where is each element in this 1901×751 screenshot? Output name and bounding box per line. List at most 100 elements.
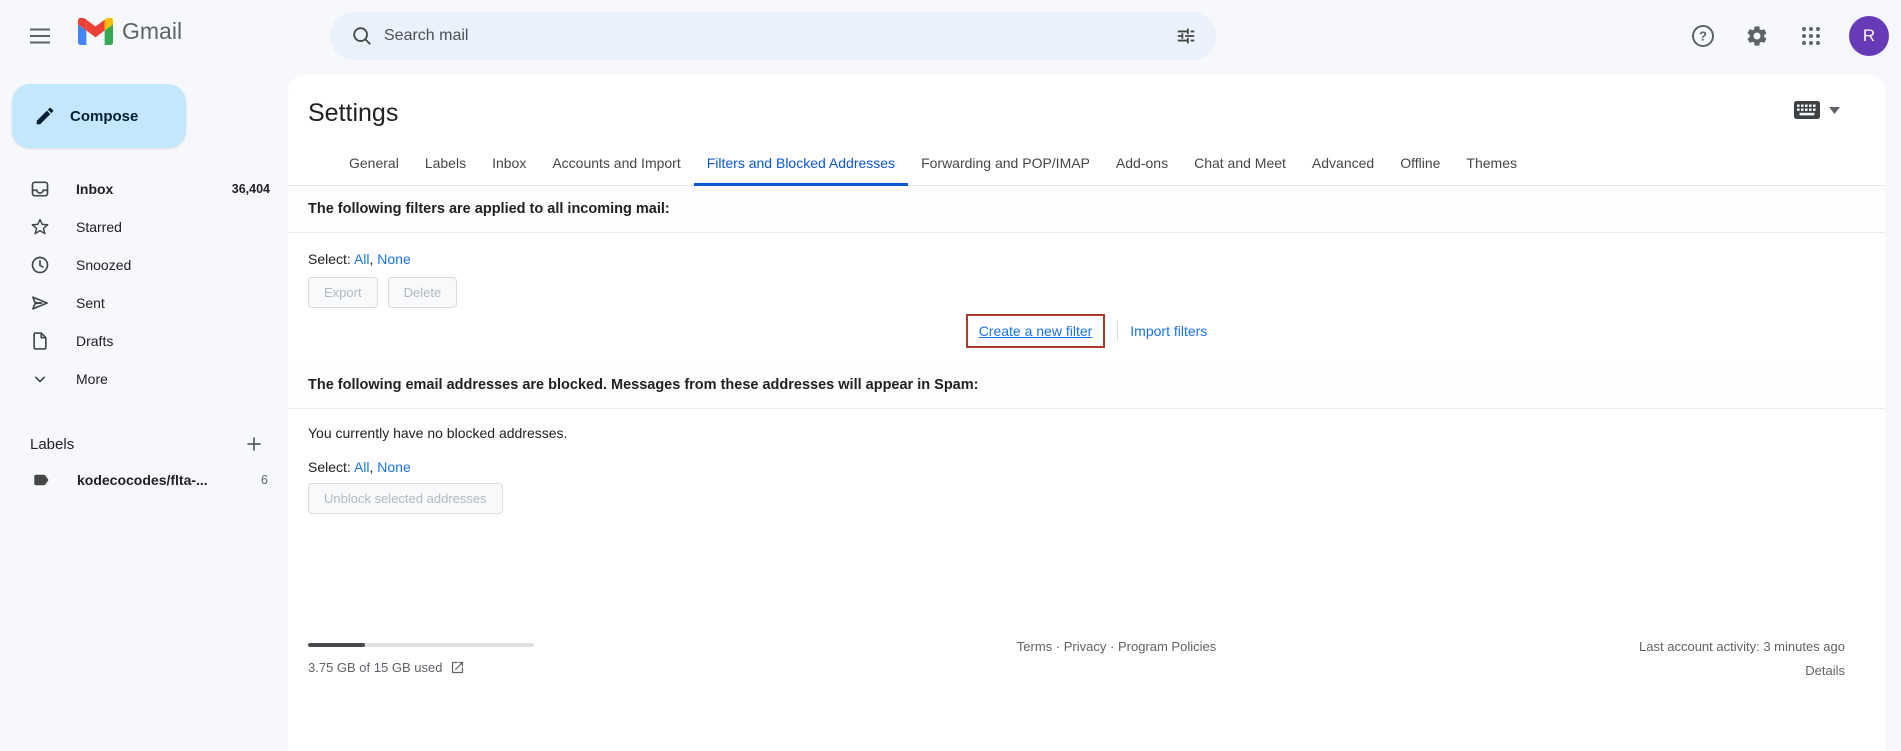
import-filters-link[interactable]: Import filters [1130, 323, 1207, 339]
chevron-down-icon [30, 369, 50, 389]
privacy-link[interactable]: Privacy [1064, 639, 1107, 654]
label-count-badge: 6 [261, 473, 268, 487]
storage-meter [308, 643, 534, 647]
select-none-link[interactable]: None [377, 459, 410, 475]
delete-button[interactable]: Delete [388, 277, 458, 308]
blocked-section-header: The following email addresses are blocke… [288, 362, 1885, 409]
plus-icon [245, 435, 263, 453]
pencil-icon [34, 105, 56, 127]
vertical-divider [1117, 321, 1118, 341]
tune-icon [1175, 25, 1197, 47]
settings-header: Settings [288, 75, 1885, 148]
input-tools-button[interactable] [1794, 101, 1840, 119]
select-none-link[interactable]: None [377, 251, 410, 267]
tab-chat-and-meet[interactable]: Chat and Meet [1181, 155, 1299, 186]
sidebar-item-inbox[interactable]: Inbox 36,404 [0, 170, 282, 208]
keyboard-icon [1794, 101, 1820, 119]
label-tag-icon [32, 471, 50, 489]
help-icon: ? [1691, 24, 1715, 48]
svg-text:?: ? [1699, 29, 1707, 44]
open-in-new-icon[interactable] [450, 660, 465, 675]
star-icon [30, 217, 50, 237]
settings-button[interactable] [1735, 14, 1779, 58]
details-link[interactable]: Details [1805, 663, 1845, 678]
search-submit-button[interactable] [340, 14, 384, 58]
sidebar-item-label: Drafts [76, 333, 270, 349]
separator: · [1110, 639, 1114, 654]
annotation-highlight-box: Create a new filter [966, 314, 1106, 348]
labels-heading: Labels [30, 436, 240, 453]
separator: · [1056, 639, 1060, 654]
gear-icon [1745, 24, 1769, 48]
gmail-logo[interactable]: Gmail [78, 18, 182, 45]
sidebar-item-sent[interactable]: Sent [0, 284, 282, 322]
sidebar-item-starred[interactable]: Starred [0, 208, 282, 246]
unblock-selected-addresses-button[interactable]: Unblock selected addresses [308, 483, 503, 514]
help-button[interactable]: ? [1681, 14, 1725, 58]
program-policies-link[interactable]: Program Policies [1118, 639, 1216, 654]
select-label: Select: [308, 459, 351, 475]
select-label: Select: [308, 251, 351, 267]
tab-filters-and-blocked-addresses[interactable]: Filters and Blocked Addresses [694, 155, 908, 186]
sidebar-label-item[interactable]: kodecocodes/flta-... 6 [0, 462, 282, 498]
tab-inbox[interactable]: Inbox [479, 155, 539, 186]
sidebar-item-snoozed[interactable]: Snoozed [0, 246, 282, 284]
filters-header-text: The following filters are applied to all… [308, 201, 670, 217]
sidebar-item-label: More [76, 371, 270, 387]
google-apps-button[interactable] [1789, 14, 1833, 58]
sidebar-nav: Inbox 36,404 Starred Snoozed Sent [0, 170, 282, 398]
create-new-filter-link[interactable]: Create a new filter [979, 323, 1093, 339]
create-label-button[interactable] [240, 430, 268, 458]
tab-forwarding-pop-imap[interactable]: Forwarding and POP/IMAP [908, 155, 1103, 186]
separator: , [370, 459, 374, 475]
search-input[interactable] [384, 27, 1164, 45]
storage-used-text: 3.75 GB of 15 GB used [308, 660, 442, 675]
select-all-link[interactable]: All [354, 251, 370, 267]
legal-links: Terms · Privacy · Program Policies [688, 637, 1545, 654]
sidebar-item-drafts[interactable]: Drafts [0, 322, 282, 360]
draft-file-icon [30, 331, 50, 351]
tab-themes[interactable]: Themes [1453, 155, 1530, 186]
tab-add-ons[interactable]: Add-ons [1103, 155, 1181, 186]
search-bar[interactable] [330, 12, 1216, 60]
tab-general[interactable]: General [336, 155, 412, 186]
separator: , [370, 251, 374, 267]
terms-link[interactable]: Terms [1017, 639, 1052, 654]
account-avatar[interactable]: R [1849, 16, 1889, 56]
compose-button[interactable]: Compose [12, 84, 186, 148]
settings-panel: Settings General Labels Inbox Accounts a… [288, 75, 1885, 751]
gmail-m-icon [78, 18, 113, 45]
sidebar-item-more[interactable]: More [0, 360, 282, 398]
page-title: Settings [308, 99, 1885, 128]
main-menu-button[interactable] [16, 12, 64, 60]
create-filter-row: Create a new filter Import filters [308, 314, 1865, 348]
tab-advanced[interactable]: Advanced [1299, 155, 1387, 186]
sidebar-item-label: Sent [76, 295, 270, 311]
blocked-select-row: Select: All, None [308, 459, 1865, 475]
unblock-row: Unblock selected addresses [308, 483, 1865, 514]
tab-offline[interactable]: Offline [1387, 155, 1453, 186]
apps-grid-icon [1801, 26, 1821, 46]
tab-accounts-and-import[interactable]: Accounts and Import [539, 155, 693, 186]
select-all-link[interactable]: All [354, 459, 370, 475]
blocked-header-text: The following email addresses are blocke… [308, 377, 978, 393]
inbox-count-badge: 36,404 [232, 182, 270, 196]
export-button[interactable]: Export [308, 277, 378, 308]
settings-tabs: General Labels Inbox Accounts and Import… [288, 148, 1885, 186]
search-options-button[interactable] [1164, 14, 1208, 58]
no-blocked-addresses-message: You currently have no blocked addresses. [308, 425, 1865, 441]
last-activity-text: Last account activity: 3 minutes ago [1545, 639, 1845, 654]
labels-section-header: Labels [0, 426, 282, 462]
account-activity: Last account activity: 3 minutes ago Det… [1545, 637, 1845, 678]
gmail-wordmark: Gmail [122, 18, 182, 45]
filters-actions-row: Export Delete [308, 277, 1865, 308]
tab-labels[interactable]: Labels [412, 155, 479, 186]
storage-meter-fill [308, 643, 365, 647]
filters-section-header: The following filters are applied to all… [288, 186, 1885, 233]
hamburger-icon [30, 28, 50, 44]
storage-info: 3.75 GB of 15 GB used [308, 637, 688, 675]
settings-footer: 3.75 GB of 15 GB used Terms · Privacy · … [308, 637, 1845, 678]
sidebar: Compose Inbox 36,404 Starred Snoozed [0, 72, 282, 751]
filters-section-body: Select: All, None Export Delete Create a… [288, 251, 1885, 348]
search-icon [351, 25, 373, 47]
